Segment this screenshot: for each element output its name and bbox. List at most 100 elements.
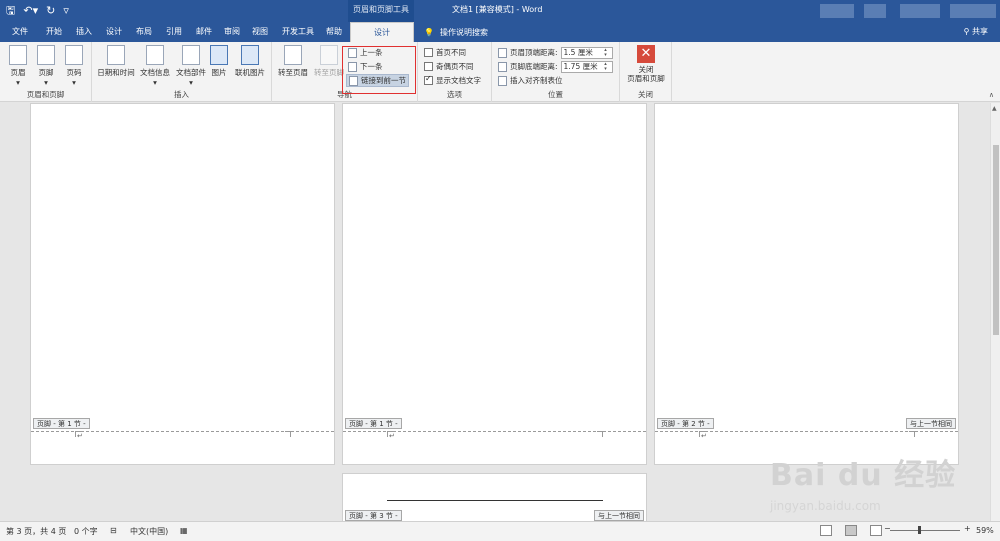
footer-button[interactable]: 页脚 ▾ — [34, 45, 58, 87]
goto-header-button[interactable]: 转至页眉 — [276, 45, 310, 78]
scroll-thumb[interactable] — [993, 145, 999, 335]
goto-header-label: 转至页眉 — [278, 68, 308, 77]
zoom-in-button[interactable]: + — [964, 524, 971, 533]
footer-icon — [37, 45, 55, 65]
group-close: ✕ 关闭 页眉和页脚 关闭 — [620, 42, 672, 102]
tab-view[interactable]: 视图 — [246, 22, 274, 42]
read-mode-icon[interactable] — [820, 525, 832, 536]
quick-access-toolbar: 🖫 ↶▾ ↻ ▿ — [6, 3, 69, 19]
customize-icon[interactable]: ▿ — [63, 3, 69, 19]
page-2[interactable]: 页脚 - 第 1 节 - ↵ — [342, 103, 647, 465]
print-layout-icon[interactable] — [845, 525, 857, 536]
person-icon: ⚲ — [963, 27, 970, 36]
page-number-button[interactable]: 页码 ▾ — [62, 45, 86, 87]
context-tool-label: 页眉和页脚工具 — [348, 0, 414, 22]
group-header-footer: 页眉 ▾ 页脚 ▾ 页码 ▾ 页眉和页脚 — [0, 42, 92, 102]
window-controls — [820, 0, 1000, 22]
header-distance-input[interactable]: 1.5 厘米 — [560, 46, 613, 59]
collapse-ribbon-icon[interactable]: ∧ — [989, 91, 994, 99]
proofing-icon[interactable]: ⊟ — [110, 526, 117, 535]
goto-header-icon — [284, 45, 302, 65]
page-4[interactable]: 页脚 - 第 3 节 - 与上一节相同 — [342, 473, 647, 521]
group-label-options: 选项 — [447, 90, 462, 99]
picture-icon — [210, 45, 228, 65]
alignment-tab-icon — [498, 75, 507, 86]
group-label-insert: 插入 — [174, 90, 189, 99]
group-label-position: 位置 — [548, 90, 563, 99]
header-distance-icon — [498, 47, 507, 58]
calendar-icon — [107, 45, 125, 65]
tab-layout[interactable]: 布局 — [130, 22, 158, 42]
title-bar: 🖫 ↶▾ ↻ ▿ 页眉和页脚工具 文档1 [兼容模式] - Word — [0, 0, 1000, 22]
zoom-slider-thumb[interactable] — [918, 526, 921, 534]
tab-insert[interactable]: 插入 — [70, 22, 98, 42]
zoom-level[interactable]: 59% — [976, 526, 994, 535]
quick-parts-icon — [182, 45, 200, 65]
tab-home[interactable]: 开始 — [40, 22, 68, 42]
tab-references[interactable]: 引用 — [160, 22, 188, 42]
word-count[interactable]: 0 个字 — [74, 526, 98, 537]
page-count[interactable]: 第 3 页，共 4 页 — [6, 526, 66, 537]
goto-footer-button[interactable]: 转至页脚 — [312, 45, 346, 78]
doc-info-icon — [146, 45, 164, 65]
doc-info-button[interactable]: 文档信息 ▾ — [138, 45, 172, 87]
goto-footer-icon — [320, 45, 338, 65]
paragraph-mark: ↵ — [77, 432, 83, 440]
page-number-label: 页码 — [66, 68, 82, 77]
chevron-down-icon: ▾ — [16, 78, 20, 87]
checkbox — [424, 48, 433, 57]
web-layout-icon[interactable] — [870, 525, 882, 536]
language[interactable]: 中文(中国) — [130, 526, 168, 537]
ribbon: 页眉 ▾ 页脚 ▾ 页码 ▾ 页眉和页脚 日期和时间 文档信息 ▾ 文档部件 ▾ — [0, 42, 1000, 102]
tab-help[interactable]: 帮助 — [320, 22, 348, 42]
tab-design[interactable]: 设计 — [100, 22, 128, 42]
insert-alignment-tab-label: 插入对齐制表位 — [510, 76, 563, 85]
save-icon[interactable]: 🖫 — [6, 3, 15, 19]
zoom-out-button[interactable]: − — [884, 524, 891, 533]
show-document-text-checkbox[interactable]: 显示文档文字 — [424, 74, 481, 87]
close-header-footer-label: 关闭 页眉和页脚 — [627, 65, 665, 83]
goto-footer-label: 转至页脚 — [314, 68, 344, 77]
share-label: 共享 — [972, 27, 988, 36]
header-rule — [387, 500, 603, 501]
online-picture-label: 联机图片 — [235, 68, 265, 77]
page-1[interactable]: 页脚 - 第 1 节 - ↵ — [30, 103, 335, 465]
zoom-slider[interactable] — [890, 530, 960, 531]
footer-section-tag: 页脚 - 第 1 节 - — [345, 418, 402, 429]
tab-file[interactable]: 文件 — [6, 22, 34, 42]
footer-distance-input[interactable]: 1.75 厘米 — [560, 60, 613, 73]
tab-developer[interactable]: 开发工具 — [278, 22, 318, 42]
same-as-previous-tag: 与上一节相同 — [594, 510, 644, 521]
different-first-page-checkbox[interactable]: 首页不同 — [424, 46, 466, 59]
footer-section-tag: 页脚 - 第 2 节 - — [657, 418, 714, 429]
insert-alignment-tab-button[interactable]: 插入对齐制表位 — [498, 74, 563, 87]
tab-review[interactable]: 审阅 — [218, 22, 246, 42]
different-odd-even-checkbox[interactable]: 奇偶页不同 — [424, 60, 474, 73]
share-button[interactable]: ⚲ 共享 — [964, 22, 988, 42]
different-first-page-label: 首页不同 — [436, 48, 466, 57]
close-header-footer-button[interactable]: ✕ 关闭 页眉和页脚 — [624, 45, 668, 83]
baidu-watermark: Bai du 经验 — [770, 458, 957, 493]
undo-icon[interactable]: ↶▾ — [23, 3, 38, 19]
redo-icon[interactable]: ↻ — [46, 3, 55, 19]
quick-parts-button[interactable]: 文档部件 ▾ — [174, 45, 208, 87]
macro-icon[interactable]: ▦ — [180, 526, 188, 535]
picture-button[interactable]: 图片 — [208, 45, 230, 78]
close-icon: ✕ — [637, 45, 655, 63]
tab-mailings[interactable]: 邮件 — [190, 22, 218, 42]
scroll-up-icon[interactable]: ▲ — [992, 105, 997, 112]
date-time-button[interactable]: 日期和时间 — [96, 45, 136, 78]
show-document-text-label: 显示文档文字 — [436, 76, 481, 85]
vertical-scrollbar[interactable]: ▲ — [990, 103, 1000, 521]
online-picture-button[interactable]: 联机图片 — [232, 45, 268, 78]
paragraph-mark: ↵ — [389, 432, 395, 440]
group-options: 首页不同 奇偶页不同 显示文档文字 选项 — [418, 42, 492, 102]
tab-hf-design[interactable]: 设计 — [350, 22, 414, 42]
tell-me-search[interactable]: 💡 操作说明搜索 — [424, 22, 488, 42]
checkbox — [424, 62, 433, 71]
chevron-down-icon: ▾ — [44, 78, 48, 87]
header-button[interactable]: 页眉 ▾ — [6, 45, 30, 87]
group-label-close: 关闭 — [638, 90, 653, 99]
page-3[interactable]: 页脚 - 第 2 节 - 与上一节相同 ↵ — [654, 103, 959, 465]
lightbulb-icon: 💡 — [424, 27, 434, 37]
